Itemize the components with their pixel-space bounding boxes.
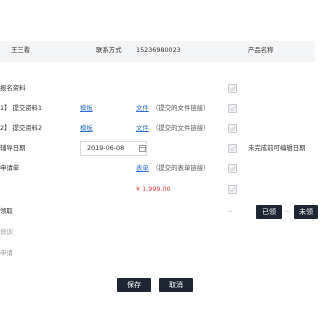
check-icon xyxy=(229,146,236,152)
apply-form-checkbox[interactable] xyxy=(228,164,237,173)
contact-value: 15236980023 xyxy=(136,46,181,54)
training-label: 培训 xyxy=(0,228,13,236)
contact-label: 联系方式 xyxy=(96,46,122,54)
unreceived-button[interactable]: 未领 xyxy=(294,205,318,219)
apply-materials-checkbox[interactable] xyxy=(228,84,237,93)
calendar-icon[interactable] xyxy=(139,145,146,152)
coach-date-label: 辅导日期 xyxy=(0,144,26,152)
receive-label: 领取 xyxy=(0,207,13,215)
date-edit-note: 未完成前可编辑日期 xyxy=(248,144,306,152)
check-icon xyxy=(229,187,236,193)
check-icon xyxy=(229,86,236,92)
submit2-template-link[interactable]: 模板 xyxy=(80,124,93,133)
price-value: ¥ 1,999.00 xyxy=(136,185,171,193)
submit2-label: 2】 提交资料2 xyxy=(0,124,43,132)
submit1-template-link[interactable]: 模板 xyxy=(80,104,93,113)
apply-form-label: 申请单 xyxy=(0,164,20,172)
price-checkbox[interactable] xyxy=(228,185,237,194)
submit1-file-link[interactable]: 文件 xyxy=(136,104,149,113)
receive-dash-2: -- xyxy=(286,207,291,215)
apply-form-hint: （提交的表单链接） xyxy=(152,164,210,172)
submit2-file-hint: （提交的文件链接） xyxy=(152,124,210,132)
check-icon xyxy=(229,106,236,112)
submit2-checkbox[interactable] xyxy=(228,124,237,133)
cancel-button[interactable]: 取消 xyxy=(159,278,193,292)
apply-materials-label: 报名资料 xyxy=(0,84,26,92)
apply-form-link[interactable]: 表单 xyxy=(136,164,149,173)
check-icon xyxy=(229,166,236,172)
apply-label: 申请 xyxy=(0,249,13,257)
product-label: 产品名称 xyxy=(248,46,274,54)
receive-dash-1: -- xyxy=(228,207,233,215)
received-button[interactable]: 已领 xyxy=(256,205,282,219)
submit2-file-link[interactable]: 文件 xyxy=(136,124,149,133)
coach-date-checkbox[interactable] xyxy=(228,144,237,153)
submit1-file-hint: （提交的文件链接） xyxy=(152,104,210,112)
name-value: 王三看 xyxy=(11,46,31,54)
coach-date-picker[interactable]: 2019-06-08 xyxy=(80,141,147,156)
submit1-label: 1】 提交资料1 xyxy=(0,104,43,112)
check-icon xyxy=(229,126,236,132)
submit1-checkbox[interactable] xyxy=(228,104,237,113)
coach-date-value: 2019-06-08 xyxy=(87,144,125,152)
save-button[interactable]: 保存 xyxy=(117,278,151,292)
